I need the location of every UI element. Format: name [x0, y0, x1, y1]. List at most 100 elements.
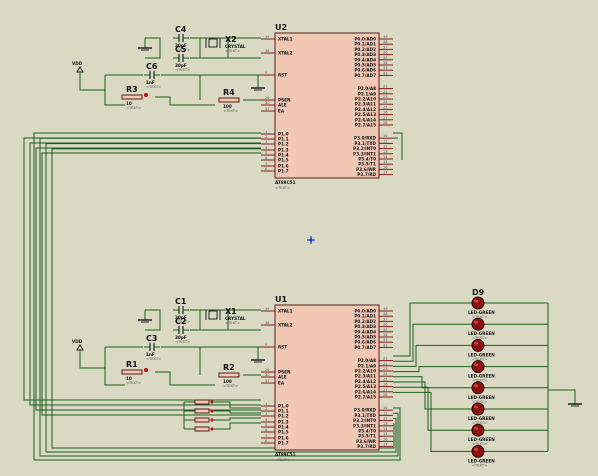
capacitor-c3[interactable]: C31nF<TEXT> — [144, 334, 161, 361]
resistor-r1[interactable]: R110<TEXT> — [121, 360, 148, 385]
capacitor-c6[interactable]: C61nF<TEXT> — [144, 62, 161, 89]
pin-name: XTAL2 — [278, 323, 293, 328]
led-7[interactable]: LED-GREEN<TEXT> — [468, 423, 495, 446]
pin-number: 18 — [265, 321, 270, 325]
pin-name: P3.7/RD — [357, 172, 376, 177]
resistor-r4[interactable]: R4100<TEXT> — [218, 88, 240, 113]
pin-name: P1.7 — [278, 441, 289, 446]
pin-name: XTAL1 — [278, 309, 293, 314]
led-6[interactable]: LED-GREEN<TEXT> — [468, 402, 495, 425]
pin-number: 16 — [383, 437, 388, 441]
pin-number: 38 — [383, 312, 388, 316]
vdd-arrow — [76, 344, 84, 351]
led-body — [471, 402, 485, 416]
pin-number: 11 — [383, 411, 388, 415]
xtal-tag: <TEXT> — [225, 49, 240, 53]
pin-number: 31 — [265, 107, 270, 111]
switch-body — [194, 399, 210, 405]
led-2[interactable]: LED-GREEN<TEXT> — [468, 317, 495, 340]
pin-number: 5 — [265, 151, 267, 155]
resistor-body — [121, 94, 143, 100]
switch-body — [194, 426, 210, 432]
pin-number: 9 — [265, 71, 268, 75]
pin-number: 25 — [383, 105, 388, 109]
origin-marker-icon — [307, 236, 315, 244]
wire — [79, 82, 105, 91]
pin-name: ALE — [278, 375, 287, 380]
led-body — [471, 423, 485, 437]
pin-name: P1.2 — [278, 142, 289, 147]
chip-u2[interactable]: U2AT89C51<TEXT>19 XTAL118 XTAL29 RST29 PSEN3… — [261, 23, 393, 190]
pin-number: 21 — [383, 85, 388, 89]
pin-number: 17 — [383, 171, 388, 175]
pin-number: 2 — [265, 407, 267, 411]
pin-number: 19 — [265, 35, 270, 39]
resistor-r2[interactable]: R2100<TEXT> — [218, 363, 240, 388]
chips-layer: U2AT89C51<TEXT>19 XTAL118 XTAL29 RST29 PSEN3… — [261, 23, 393, 462]
schematic-canvas[interactable]: C430pF<TEXT>C530pF<TEXT>X2CRYSTAL<TEXT>V… — [0, 0, 598, 476]
resistor-body — [121, 369, 143, 375]
wire — [155, 371, 215, 386]
led-5[interactable]: LED-GREEN<TEXT> — [468, 381, 495, 404]
xtal-ref: X2 — [225, 35, 237, 44]
led-tag: <TEXT> — [472, 463, 487, 467]
led-highlight — [474, 405, 478, 409]
pin-number: 13 — [383, 150, 388, 154]
cap-ref: C1 — [175, 297, 187, 306]
chip-ref: U1 — [275, 295, 287, 304]
vdd-icon: VDD — [72, 61, 84, 82]
pin-number: 7 — [265, 434, 267, 438]
pin-number: 4 — [265, 146, 268, 150]
pin-number: 24 — [383, 372, 388, 376]
cap-ref: C4 — [175, 25, 187, 34]
wire — [393, 391, 472, 452]
led-8[interactable]: LED-GREEN<TEXT> — [468, 444, 495, 467]
chip-text-tag: <TEXT> — [275, 186, 290, 190]
pin-name: RST — [278, 345, 287, 350]
pin-name: P3.7/RD — [357, 444, 376, 449]
switch-3[interactable] — [188, 417, 214, 423]
resistor-body — [218, 97, 240, 103]
pin-number: 15 — [383, 432, 388, 436]
led-body — [471, 317, 485, 331]
pin-number: 13 — [383, 422, 388, 426]
switch-dot-icon — [210, 409, 214, 413]
led-highlight — [474, 320, 478, 324]
pin-name: ALE — [278, 103, 287, 108]
pin-number: 37 — [383, 45, 388, 49]
switch-4[interactable] — [188, 426, 214, 432]
resistor-ref: R1 — [126, 360, 138, 369]
pin-number: 27 — [383, 116, 388, 120]
wire — [214, 417, 261, 421]
switch-body — [194, 417, 210, 423]
chip-u1[interactable]: U1AT89C51<TEXT>19 XTAL118 XTAL29 RST29 PSEN3… — [261, 295, 393, 462]
cap-ref: C3 — [146, 334, 157, 343]
ground-icon — [568, 400, 582, 407]
xtal-body — [208, 38, 218, 48]
led-highlight — [474, 299, 478, 303]
xtal-tag: <TEXT> — [225, 321, 240, 325]
vdd-label: VDD — [72, 339, 83, 344]
pin-name: P2.7/A15 — [355, 123, 376, 128]
led-body — [471, 296, 485, 310]
wire — [393, 366, 472, 373]
wire — [104, 347, 125, 386]
resistor-ref: R2 — [223, 363, 235, 372]
pin-number: 33 — [383, 338, 388, 342]
pin-number: 26 — [383, 383, 388, 387]
pin-number: 3 — [265, 140, 267, 144]
pin-number: 10 — [383, 406, 388, 410]
switch-body — [194, 408, 210, 414]
chip-text-tag: <TEXT> — [275, 458, 290, 462]
led-4[interactable]: LED-GREEN<TEXT> — [468, 360, 495, 383]
pin-number: 11 — [383, 139, 388, 143]
switch-1[interactable] — [188, 399, 214, 405]
vdd-icon: VDD — [72, 339, 84, 360]
led-3[interactable]: LED-GREEN<TEXT> — [468, 338, 495, 361]
resistor-body — [218, 372, 240, 378]
cap-tag: <TEXT> — [175, 340, 190, 344]
pin-number: 25 — [383, 377, 388, 381]
resistor-r3[interactable]: R310<TEXT> — [121, 85, 148, 110]
pin-number: 29 — [265, 96, 270, 100]
pin-number: 14 — [383, 427, 388, 431]
